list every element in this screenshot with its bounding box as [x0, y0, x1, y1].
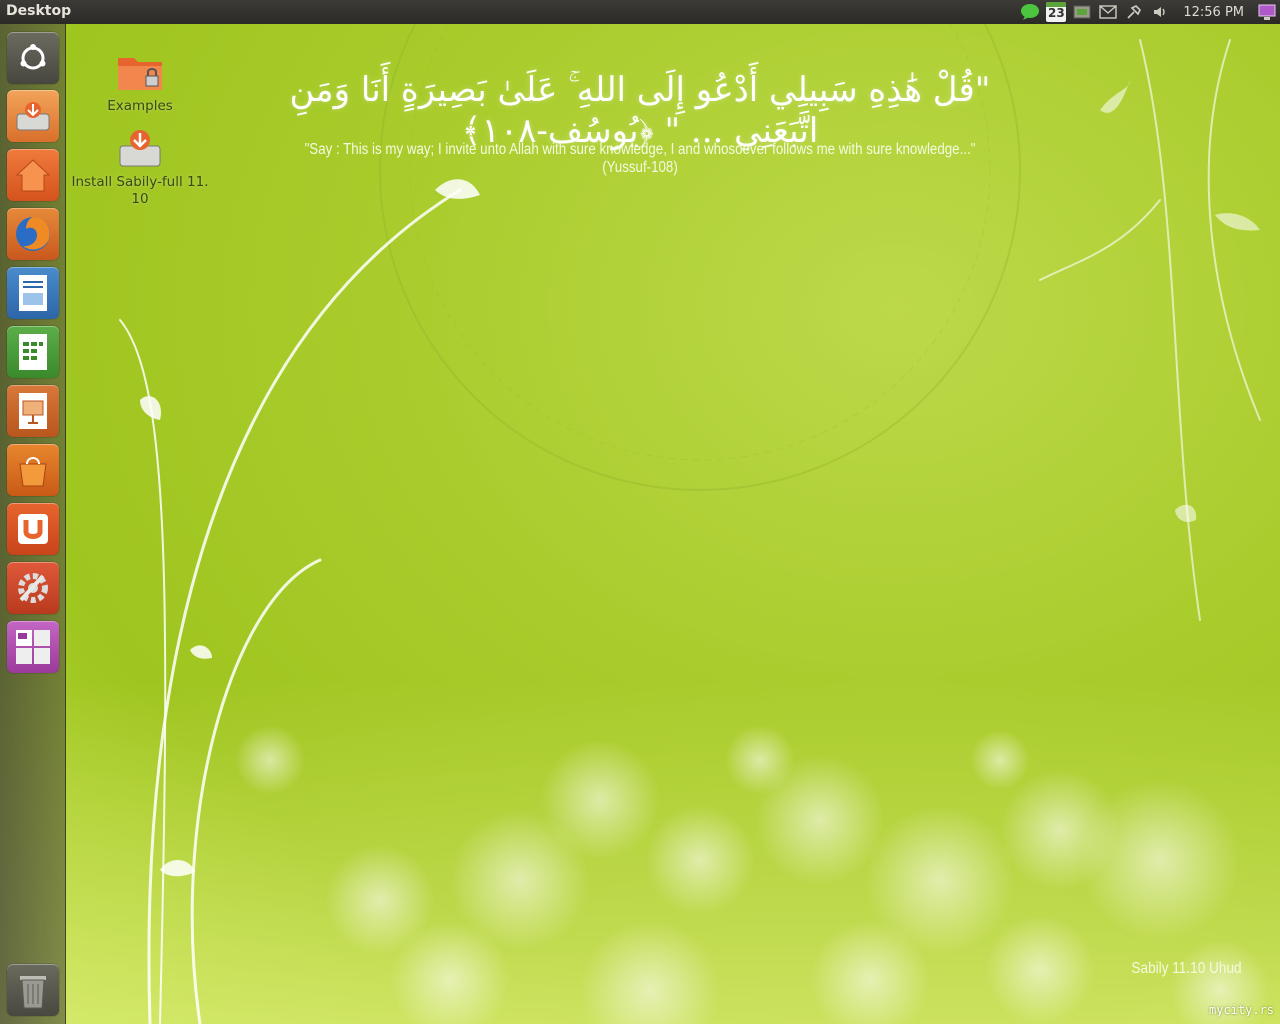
calendar-day: 23 — [1047, 6, 1065, 20]
launcher-firefox[interactable] — [7, 208, 59, 260]
launcher-system-settings[interactable] — [7, 562, 59, 614]
shopping-bag-icon — [19, 457, 47, 487]
calendar-icon[interactable]: 23 — [1043, 0, 1069, 24]
launcher-dash-home[interactable] — [7, 32, 59, 84]
launcher-libreoffice-writer[interactable] — [7, 267, 59, 319]
launcher-ubuntu-one[interactable] — [7, 503, 59, 555]
wallpaper-verse-arabic: "قُلْ هَٰذِهِ سَبِيلِي أَدْعُو إِلَى الل… — [289, 70, 991, 151]
ubuntu-logo-icon — [20, 44, 46, 70]
desktop-icon-label: Install Sabily-full 11. — [71, 174, 209, 190]
launcher-trash[interactable] — [7, 964, 59, 1016]
launcher-software-center[interactable] — [7, 444, 59, 496]
pin-icon[interactable] — [1121, 0, 1147, 24]
workspaces-icon — [16, 630, 50, 664]
network-icon[interactable] — [1069, 0, 1095, 24]
launcher-libreoffice-impress[interactable] — [7, 385, 59, 437]
wallpaper-brand: Sabily 11.10 Uhud — [1131, 960, 1242, 977]
clock[interactable]: 12:56 PM — [1173, 5, 1254, 20]
calc-icon — [19, 334, 47, 370]
writer-icon — [19, 275, 47, 311]
launcher-home-folder[interactable] — [7, 149, 59, 201]
desktop-icon-install-sabily[interactable]: Install Sabily-full 11. 10 — [65, 126, 215, 208]
watermark: mycity.rs — [1208, 1003, 1274, 1017]
installer-icon — [16, 102, 50, 131]
launcher-libreoffice-calc[interactable] — [7, 326, 59, 378]
system-tray: 23 12:56 PM — [1017, 0, 1280, 24]
top-panel: Desktop 23 12:56 PM — [0, 0, 1280, 24]
session-icon[interactable] — [1254, 0, 1280, 24]
chat-icon[interactable] — [1017, 0, 1043, 24]
window-title: Desktop — [6, 3, 72, 19]
home-icon — [15, 159, 51, 192]
launcher — [0, 24, 66, 1024]
desktop-icon-label: Examples — [107, 98, 173, 114]
trash-icon — [20, 976, 46, 1009]
desktop-icon-examples[interactable]: Examples — [65, 50, 215, 115]
settings-icon — [18, 573, 48, 603]
launcher-workspace-switcher[interactable] — [7, 621, 59, 673]
desktop-icon-label: 10 — [131, 191, 149, 207]
ubuntu-one-icon — [18, 514, 48, 544]
launcher-install-sabily[interactable] — [7, 90, 59, 142]
firefox-icon — [16, 217, 50, 251]
impress-icon — [19, 393, 47, 429]
volume-icon[interactable] — [1147, 0, 1173, 24]
installer-icon — [119, 130, 161, 167]
folder-icon — [118, 58, 162, 90]
mail-icon[interactable] — [1095, 0, 1121, 24]
wallpaper-verse-translation: "Say : This is my way; I invite unto All… — [304, 141, 976, 176]
